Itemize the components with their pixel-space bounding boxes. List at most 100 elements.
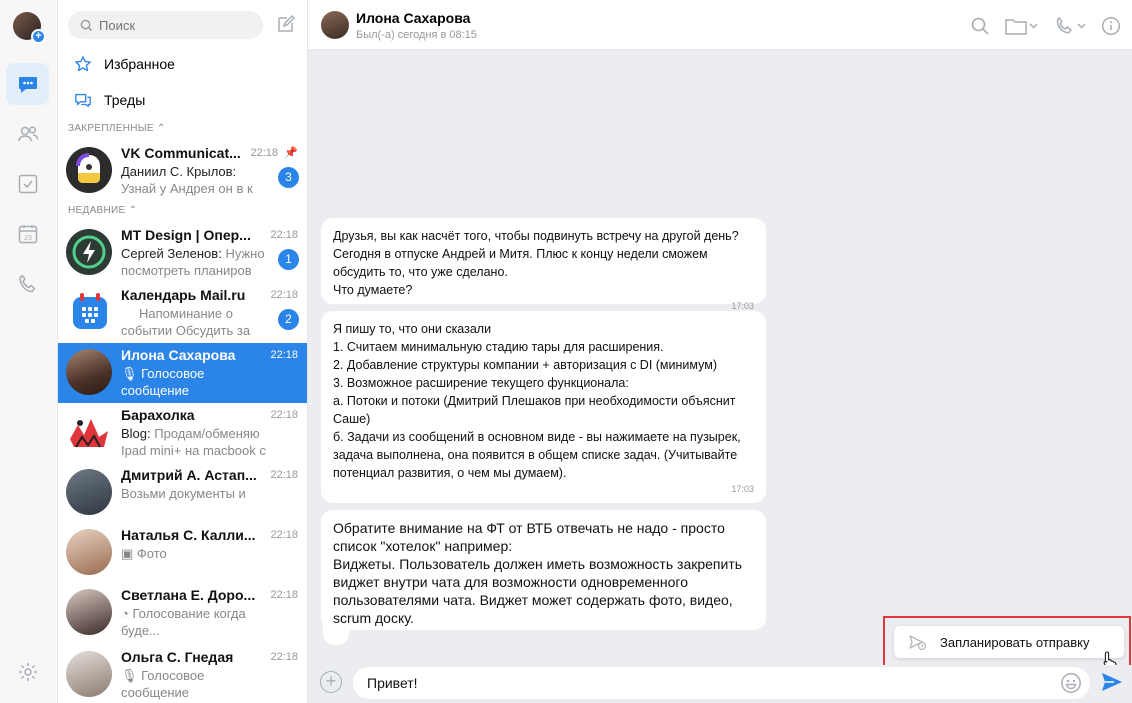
conversation-header: Илона Сахарова Был(-а) сегодня в 08:15 <box>308 0 1132 50</box>
baraholka-logo-icon <box>70 419 108 448</box>
chat-time: 22:18 <box>270 651 298 663</box>
chat-item-vk-communications[interactable]: VK Communicat... 22:18 📌 Даниил С. Крыло… <box>58 141 307 201</box>
folder-icon <box>1005 19 1038 35</box>
poll-icon: ◔ <box>121 606 129 621</box>
rail-tasks-button[interactable] <box>6 163 49 205</box>
vk-logo-icon <box>76 153 100 183</box>
chat-title: Ольга С. Гнедая <box>121 649 234 665</box>
chat-title: VK Communicat... <box>121 145 241 161</box>
header-search-button[interactable] <box>970 15 990 37</box>
chat-avatar <box>66 529 112 575</box>
chat-title: Календарь Mail.ru <box>121 287 246 303</box>
star-icon <box>75 56 91 72</box>
section-pinned-label: ЗАКРЕПЛЕННЫЕ <box>68 123 154 134</box>
calendar-icon: 23 <box>18 225 37 244</box>
chat-snippet-text: Узнай у Андрея он в к <box>121 181 253 196</box>
search-icon <box>80 19 93 31</box>
chevron-up-icon: ⌃ <box>128 205 138 216</box>
rail-calendar-button[interactable]: 23 <box>6 213 49 255</box>
calendar-app-icon <box>73 293 107 329</box>
section-recent[interactable]: НЕДАВНИЕ ⌃ <box>68 205 137 216</box>
message-bubble[interactable]: Друзья, вы как насчёт того, чтобы подвин… <box>321 218 766 311</box>
attach-plus-button[interactable]: + <box>320 671 342 693</box>
section-pinned[interactable]: ЗАКРЕПЛЕННЫЕ ⌃ <box>68 123 166 134</box>
nav-favorites[interactable]: Избранное <box>74 52 175 76</box>
message-bubble[interactable]: Обратите внимание на ФТ от ВТБ отвечать … <box>321 510 766 630</box>
chat-item-natalia[interactable]: Наталья С. Калли... 22:18 ▣ Фото <box>58 523 307 583</box>
chat-time: 22:18 <box>270 529 298 541</box>
chat-title: Барахолка <box>121 407 195 423</box>
message-bubble[interactable]: Я пишу то, что они сказали 1. Считаем ми… <box>321 311 766 503</box>
nav-favorites-label: Избранное <box>104 56 175 72</box>
pin-icon: 📌 <box>284 147 298 159</box>
chat-time: 22:18 <box>270 289 298 301</box>
send-icon[interactable] <box>1100 671 1124 693</box>
rail-calls-button[interactable] <box>6 263 49 305</box>
chat-avatar <box>66 349 112 395</box>
nav-threads-label: Треды <box>104 92 146 108</box>
chat-time: 22:18 <box>270 469 298 481</box>
chat-item-baraholka[interactable]: Барахолка 22:18 Blog: Продам/обменяю Ipa… <box>58 403 307 463</box>
app-rail: + 23 <box>0 0 58 703</box>
chat-snippet: Blog: Продам/обменяю Ipad mini+ на macbo… <box>121 425 271 459</box>
rail-settings-button[interactable] <box>6 651 49 693</box>
chat-snippet: Напоминание о событии Обсудить за <box>121 305 271 339</box>
header-files-button[interactable] <box>1005 15 1039 37</box>
chat-title: Илона Сахарова <box>121 347 236 363</box>
message-input-value: Привет! <box>367 675 418 691</box>
chat-time: 22:18 <box>270 229 298 241</box>
add-account-icon[interactable]: + <box>31 29 46 44</box>
search-box[interactable] <box>68 11 263 39</box>
contact-name[interactable]: Илона Сахарова <box>356 10 470 26</box>
chat-snippet-text: Голосование когда буде... <box>121 606 246 638</box>
message-input[interactable]: Привет! <box>353 667 1090 699</box>
header-call-button[interactable] <box>1055 15 1087 37</box>
info-icon <box>1101 16 1121 36</box>
contact-status: Был(-а) сегодня в 08:15 <box>356 29 477 41</box>
chat-item-mt-design[interactable]: MT Design | Опер... 22:18 Сергей Зеленов… <box>58 223 307 283</box>
search-icon <box>971 17 989 35</box>
rail-chats-button[interactable] <box>6 63 49 105</box>
emoji-icon[interactable] <box>1060 672 1082 694</box>
schedule-send-label: Запланировать отправку <box>940 634 1090 650</box>
chat-snippet-text: Возьми документы и <box>121 486 246 501</box>
chat-sender: Сергей Зеленов: <box>121 246 222 261</box>
chat-avatar <box>66 409 112 455</box>
message-text: Я пишу то, что они сказали 1. Считаем ми… <box>333 322 741 480</box>
chat-item-dmitry-astap[interactable]: Дмитрий А. Астап... 22:18 Возьми докумен… <box>58 463 307 523</box>
chat-item-svetlana[interactable]: Светлана Е. Доро... 22:18 ◔ Голосование … <box>58 583 307 643</box>
chat-avatar <box>66 589 112 635</box>
chat-item-olga[interactable]: Ольга С. Гнедая 22:18 🎙 Голосовое сообще… <box>58 645 307 703</box>
conversation-panel: Илона Сахарова Был(-а) сегодня в 08:15 Д… <box>308 0 1132 703</box>
chat-time: 22:18 <box>270 409 298 421</box>
message-time: 17:03 <box>731 301 754 311</box>
search-input[interactable] <box>99 17 249 33</box>
chat-avatar <box>66 147 112 193</box>
chat-snippet: Сергей Зеленов: Нужно посмотреть планиро… <box>121 245 271 279</box>
chat-avatar <box>66 651 112 697</box>
chat-sender: Даниил С. Крылов: <box>121 164 237 179</box>
chat-time: 22:18 <box>270 589 298 601</box>
chat-time: 22:18 <box>250 147 278 159</box>
chevron-up-icon: ⌃ <box>156 123 166 134</box>
nav-threads[interactable]: Треды <box>74 88 145 112</box>
chat-sender: Blog: <box>121 426 151 441</box>
chat-snippet: Даниил С. Крылов: Узнай у Андрея он в к <box>121 163 271 197</box>
chat-item-ilona-sakharova[interactable]: Илона Сахарова 22:18 🎙 Голосовое сообщен… <box>58 343 307 403</box>
header-info-button[interactable] <box>1101 15 1121 37</box>
scheduled-send-icon <box>909 635 927 651</box>
reaction-tab[interactable] <box>323 623 349 645</box>
compose-icon[interactable] <box>276 14 296 34</box>
chat-snippet: ▣ Фото <box>121 545 271 562</box>
contact-avatar[interactable] <box>321 11 349 39</box>
tasks-icon <box>18 174 37 194</box>
chat-item-calendar[interactable]: Календарь Mail.ru 22:18 Напоминание о со… <box>58 283 307 343</box>
schedule-send-menu-item[interactable]: Запланировать отправку <box>894 626 1124 658</box>
chat-snippet-text: Фото <box>136 546 167 561</box>
rail-contacts-button[interactable] <box>6 113 49 155</box>
svg-text:23: 23 <box>24 235 32 242</box>
message-time: 17:03 <box>731 484 754 494</box>
chat-avatar <box>66 229 112 275</box>
unread-badge: 3 <box>278 167 299 188</box>
photo-icon: ▣ <box>121 546 134 561</box>
